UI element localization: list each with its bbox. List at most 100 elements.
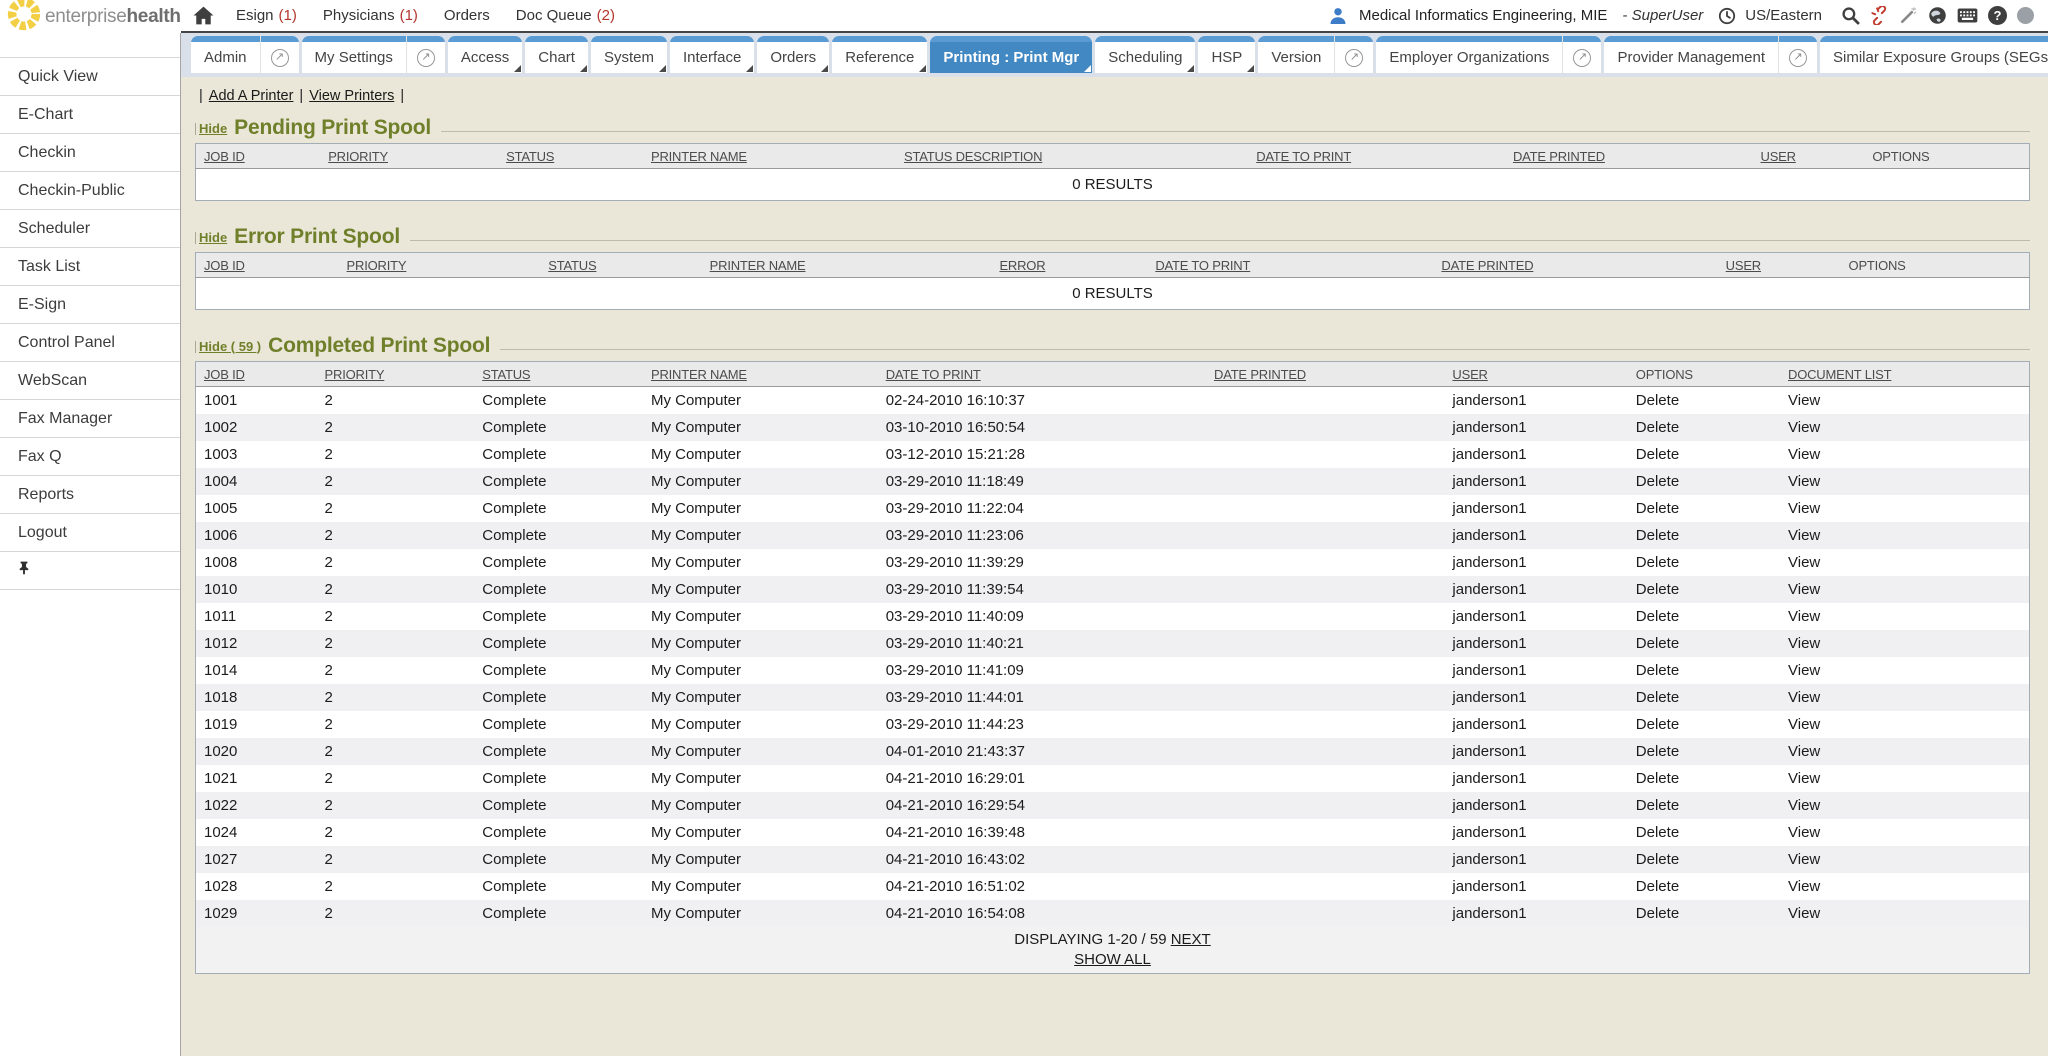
col-job-id[interactable]: JOB ID xyxy=(196,362,317,387)
col-job-id[interactable]: JOB ID xyxy=(196,144,321,169)
view-link[interactable]: View xyxy=(1788,770,1820,787)
tab-orders[interactable]: Orders xyxy=(757,36,829,73)
sidebar-item-task-list[interactable]: Task List xyxy=(0,248,180,286)
col-priority[interactable]: PRIORITY xyxy=(339,253,541,278)
pending-hide-link[interactable]: Hide xyxy=(195,121,227,136)
delete-link[interactable]: Delete xyxy=(1636,716,1679,733)
col-date-to-print[interactable]: DATE TO PRINT xyxy=(1147,253,1433,278)
sidebar-item-control-panel[interactable]: Control Panel xyxy=(0,324,180,362)
sidebar-item-reports[interactable]: Reports xyxy=(0,476,180,514)
search-icon[interactable] xyxy=(1841,6,1860,25)
add-a-printer-link[interactable]: Add A Printer xyxy=(209,88,294,104)
view-link[interactable]: View xyxy=(1788,446,1820,463)
view-link[interactable]: View xyxy=(1788,689,1820,706)
open-new-icon[interactable]: ↗ xyxy=(1789,49,1807,67)
user-icon[interactable] xyxy=(1328,6,1348,26)
view-link[interactable]: View xyxy=(1788,851,1820,868)
view-link[interactable]: View xyxy=(1788,716,1820,733)
col-job-id[interactable]: JOB ID xyxy=(196,253,339,278)
col-priority[interactable]: PRIORITY xyxy=(320,144,498,169)
delete-link[interactable]: Delete xyxy=(1636,392,1679,409)
col-status[interactable]: STATUS xyxy=(498,144,643,169)
col-printer-name[interactable]: PRINTER NAME xyxy=(643,362,878,387)
col-user[interactable]: USER xyxy=(1444,362,1627,387)
delete-link[interactable]: Delete xyxy=(1636,662,1679,679)
sidebar-item-checkin-public[interactable]: Checkin-Public xyxy=(0,172,180,210)
view-link[interactable]: View xyxy=(1788,635,1820,652)
sidebar-item-e-sign[interactable]: E-Sign xyxy=(0,286,180,324)
delete-link[interactable]: Delete xyxy=(1636,878,1679,895)
view-printers-link[interactable]: View Printers xyxy=(309,88,394,104)
col-printer-name[interactable]: PRINTER NAME xyxy=(702,253,992,278)
view-link[interactable]: View xyxy=(1788,473,1820,490)
clock-icon[interactable] xyxy=(1718,7,1736,25)
tab-printing-print-mgr[interactable]: Printing : Print Mgr xyxy=(930,36,1092,73)
delete-link[interactable]: Delete xyxy=(1636,554,1679,571)
open-new-icon[interactable]: ↗ xyxy=(417,49,435,67)
view-link[interactable]: View xyxy=(1788,797,1820,814)
delete-link[interactable]: Delete xyxy=(1636,473,1679,490)
nav-doc-queue[interactable]: Doc Queue(2) xyxy=(516,7,615,24)
col-date-to-print[interactable]: DATE TO PRINT xyxy=(878,362,1206,387)
col-status[interactable]: STATUS xyxy=(540,253,701,278)
delete-link[interactable]: Delete xyxy=(1636,419,1679,436)
tab-provider-management[interactable]: Provider Management↗ xyxy=(1604,36,1817,73)
delete-link[interactable]: Delete xyxy=(1636,500,1679,517)
col-printer-name[interactable]: PRINTER NAME xyxy=(643,144,896,169)
delete-link[interactable]: Delete xyxy=(1636,770,1679,787)
view-link[interactable]: View xyxy=(1788,905,1820,922)
delete-link[interactable]: Delete xyxy=(1636,635,1679,652)
delete-link[interactable]: Delete xyxy=(1636,851,1679,868)
tab-my-settings[interactable]: My Settings↗ xyxy=(302,36,445,73)
col-date-to-print[interactable]: DATE TO PRINT xyxy=(1248,144,1505,169)
current-user-name[interactable]: Medical Informatics Engineering, MIE xyxy=(1359,7,1607,24)
show-all-link[interactable]: SHOW ALL xyxy=(1074,951,1151,968)
delete-link[interactable]: Delete xyxy=(1636,905,1679,922)
sidebar-item-checkin[interactable]: Checkin xyxy=(0,134,180,172)
tab-system[interactable]: System xyxy=(591,36,667,73)
wand-icon[interactable] xyxy=(1899,6,1918,25)
view-link[interactable]: View xyxy=(1788,608,1820,625)
next-link[interactable]: NEXT xyxy=(1171,931,1211,948)
tab-scheduling[interactable]: Scheduling xyxy=(1095,36,1195,73)
delete-link[interactable]: Delete xyxy=(1636,797,1679,814)
sidebar-item-e-chart[interactable]: E-Chart xyxy=(0,96,180,134)
delete-link[interactable]: Delete xyxy=(1636,581,1679,598)
col-user[interactable]: USER xyxy=(1753,144,1865,169)
view-link[interactable]: View xyxy=(1788,527,1820,544)
delete-link[interactable]: Delete xyxy=(1636,446,1679,463)
error-hide-link[interactable]: Hide xyxy=(195,230,227,245)
tab-access[interactable]: Access xyxy=(448,36,522,73)
pin-sidebar-button[interactable] xyxy=(0,552,180,590)
tab-employer-organizations[interactable]: Employer Organizations↗ xyxy=(1376,36,1601,73)
delete-link[interactable]: Delete xyxy=(1636,608,1679,625)
keyboard-icon[interactable] xyxy=(1957,8,1978,23)
col-date-printed[interactable]: DATE PRINTED xyxy=(1206,362,1444,387)
col-status[interactable]: STATUS xyxy=(474,362,643,387)
home-icon[interactable] xyxy=(193,6,214,25)
sidebar-item-scheduler[interactable]: Scheduler xyxy=(0,210,180,248)
tab-version[interactable]: Version↗ xyxy=(1258,36,1373,73)
delete-link[interactable]: Delete xyxy=(1636,824,1679,841)
completed-hide-link[interactable]: Hide ( 59 ) xyxy=(195,339,261,354)
view-link[interactable]: View xyxy=(1788,662,1820,679)
col-user[interactable]: USER xyxy=(1718,253,1841,278)
view-link[interactable]: View xyxy=(1788,581,1820,598)
timezone-label[interactable]: US/Eastern xyxy=(1745,7,1822,24)
tab-interface[interactable]: Interface xyxy=(670,36,754,73)
sidebar-item-fax-q[interactable]: Fax Q xyxy=(0,438,180,476)
col-document-list[interactable]: DOCUMENT LIST xyxy=(1780,362,2029,387)
delete-link[interactable]: Delete xyxy=(1636,527,1679,544)
tab-chart[interactable]: Chart xyxy=(525,36,588,73)
col-date-printed[interactable]: DATE PRINTED xyxy=(1505,144,1753,169)
view-link[interactable]: View xyxy=(1788,878,1820,895)
help-icon[interactable]: ? xyxy=(1988,6,2007,25)
view-link[interactable]: View xyxy=(1788,554,1820,571)
broken-link-icon[interactable] xyxy=(1870,6,1889,25)
view-link[interactable]: View xyxy=(1788,392,1820,409)
nav-orders[interactable]: Orders xyxy=(444,7,490,24)
col-error[interactable]: ERROR xyxy=(991,253,1147,278)
view-link[interactable]: View xyxy=(1788,500,1820,517)
sidebar-item-fax-manager[interactable]: Fax Manager xyxy=(0,400,180,438)
view-link[interactable]: View xyxy=(1788,419,1820,436)
